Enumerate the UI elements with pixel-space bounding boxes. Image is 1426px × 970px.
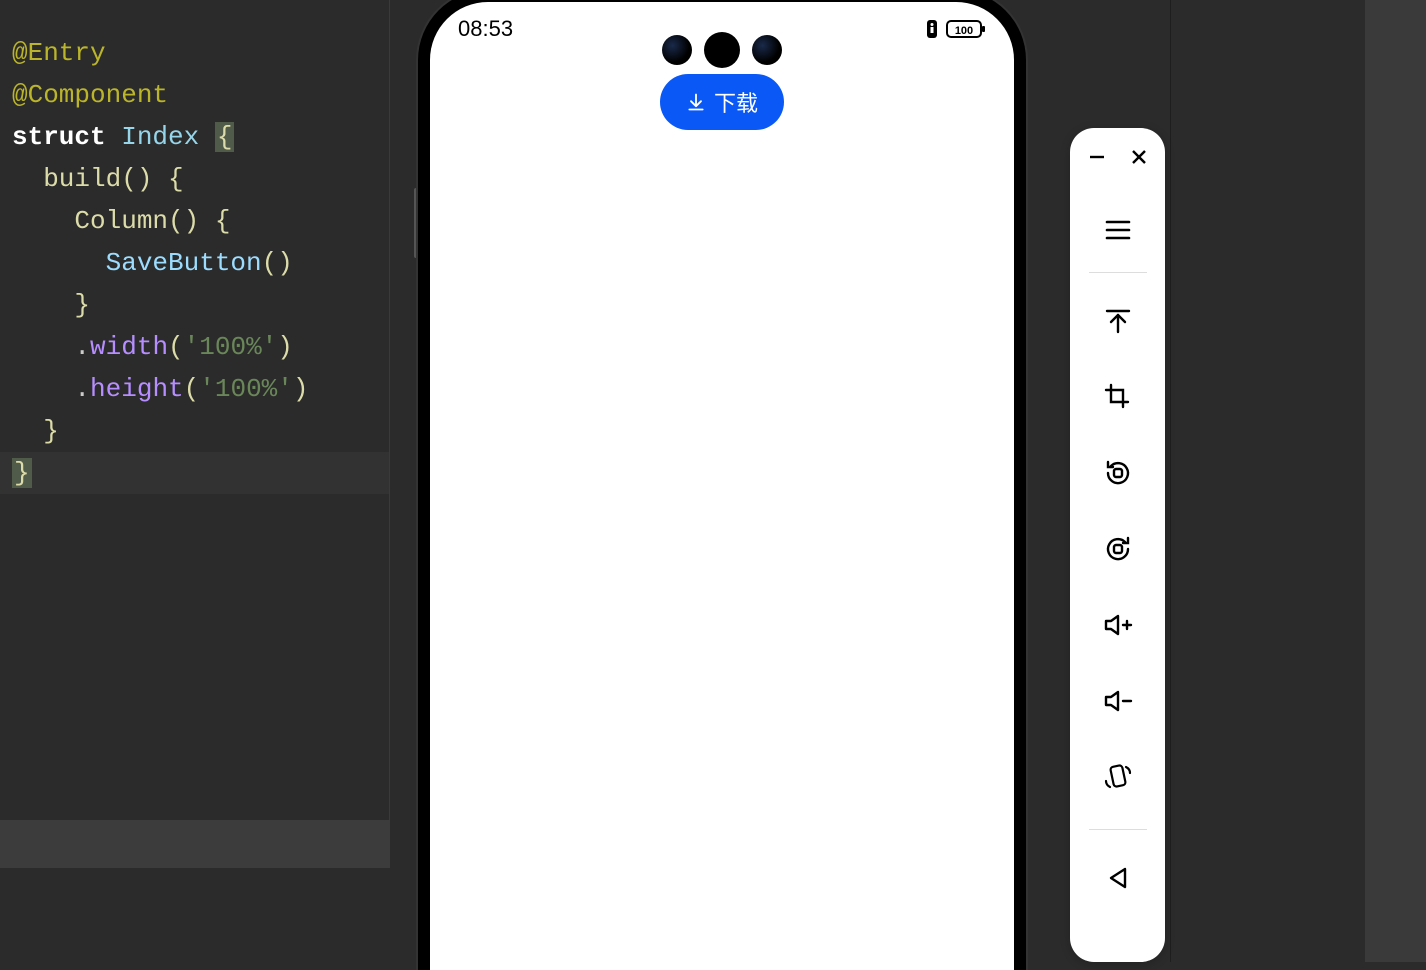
parens: () [168, 206, 199, 236]
code-line: SaveButton() [12, 242, 377, 284]
editor-far-right [1365, 0, 1426, 962]
shake-button[interactable] [1088, 747, 1148, 807]
classname: Index [106, 122, 215, 152]
divider [1089, 829, 1147, 830]
parens: () [262, 248, 293, 278]
code-line: @Component [12, 74, 377, 116]
upload-icon [1103, 306, 1133, 336]
status-right: 100 [924, 19, 986, 39]
string-arg: '100%' [184, 332, 278, 362]
code-line: .height('100%') [12, 368, 377, 410]
rotate-ccw-icon [1103, 458, 1133, 488]
menu-icon [1103, 215, 1133, 245]
open-brace: { [215, 122, 235, 152]
method-height: height [90, 374, 184, 404]
fn-column: Column [12, 206, 168, 236]
brace: } [12, 290, 90, 320]
volume-down-icon [1102, 686, 1134, 716]
rotate-cw-icon [1103, 534, 1133, 564]
code-line: build() { [12, 158, 377, 200]
emulator-control-panel [1070, 128, 1165, 962]
svg-text:100: 100 [955, 25, 973, 37]
string-arg: '100%' [199, 374, 293, 404]
minimize-button[interactable] [1086, 146, 1108, 168]
download-icon [686, 92, 706, 112]
shake-icon [1102, 761, 1134, 793]
method-width: width [90, 332, 168, 362]
volume-up-button[interactable] [1088, 595, 1148, 655]
code-line: } [12, 284, 377, 326]
crop-button[interactable] [1088, 367, 1148, 427]
code-line: struct Index { [12, 116, 377, 158]
brace: { [168, 164, 184, 194]
editor-status-bar [0, 820, 390, 868]
phone-camera-notch [662, 32, 782, 68]
back-triangle-icon [1105, 865, 1131, 891]
paren: ( [184, 374, 200, 404]
phone-simulator-frame: 08:53 100 下载 [418, 0, 1026, 970]
dot: . [74, 332, 90, 362]
back-button[interactable] [1088, 848, 1148, 908]
crop-icon [1103, 382, 1133, 412]
code-line: .width('100%') [12, 326, 377, 368]
upload-button[interactable] [1088, 291, 1148, 351]
volume-up-icon [1102, 610, 1134, 640]
annotation-entry: @Entry [12, 38, 106, 68]
camera-lens [752, 35, 782, 65]
battery-icon: 100 [946, 19, 986, 39]
paren: ) [277, 332, 293, 362]
brace: } [12, 416, 59, 446]
rotate-ccw-button[interactable] [1088, 443, 1148, 503]
code-line-current: } [0, 452, 389, 494]
divider [1089, 272, 1147, 273]
menu-button[interactable] [1088, 200, 1148, 260]
close-brace: } [12, 458, 32, 488]
camera-lens [704, 32, 740, 68]
kw-struct: struct [12, 122, 106, 152]
panel-window-controls [1078, 146, 1157, 168]
brace: { [215, 206, 231, 236]
download-label: 下载 [714, 86, 758, 118]
code-line: @Entry [12, 32, 377, 74]
paren: ( [168, 332, 184, 362]
close-button[interactable] [1128, 146, 1150, 168]
parens: () [121, 164, 152, 194]
phone-screen[interactable]: 08:53 100 下载 [430, 2, 1014, 970]
fn-build: build [12, 164, 121, 194]
code-editor[interactable]: @Entry @Component struct Index { build()… [0, 0, 390, 820]
dot: . [74, 374, 90, 404]
volume-down-button[interactable] [1088, 671, 1148, 731]
rotate-cw-button[interactable] [1088, 519, 1148, 579]
code-line: Column() { [12, 200, 377, 242]
annotation-component: @Component [12, 80, 168, 110]
camera-lens [662, 35, 692, 65]
download-button[interactable]: 下载 [660, 74, 784, 130]
code-line: } [12, 410, 377, 452]
alert-icon [924, 19, 940, 39]
paren: ) [293, 374, 309, 404]
fn-savebutton: SaveButton [12, 248, 262, 278]
status-time: 08:53 [458, 16, 513, 42]
